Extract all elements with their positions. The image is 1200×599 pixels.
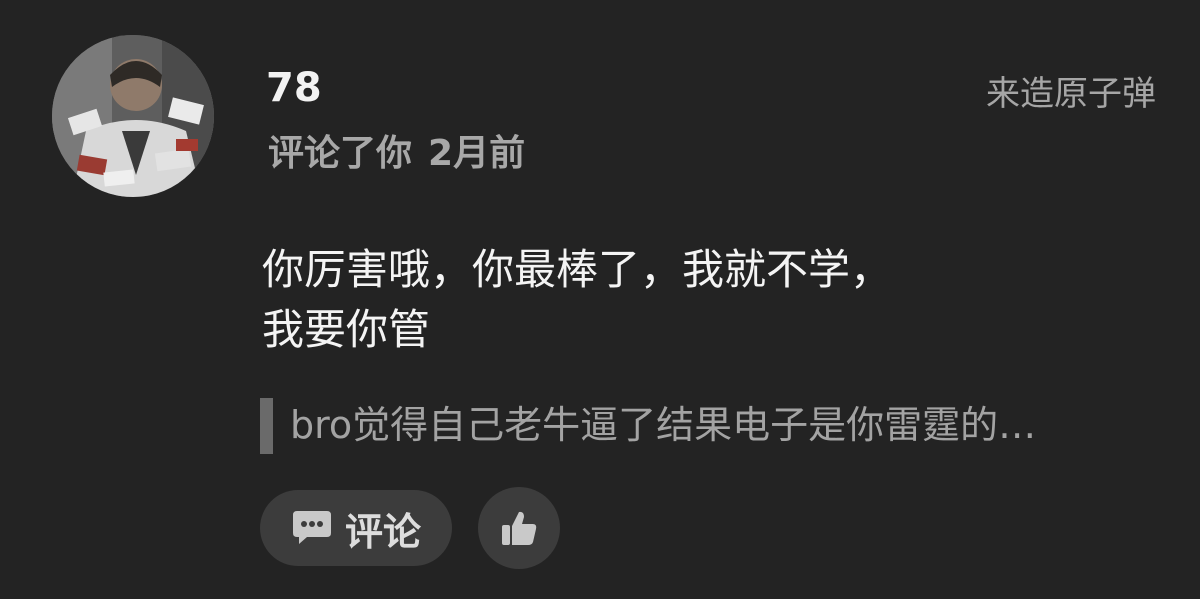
timestamp: 2月前 <box>428 133 526 174</box>
thumbs-up-icon <box>502 511 537 545</box>
comment-meta: 评论了你 2月前 <box>268 130 525 178</box>
notification-card[interactable]: 78 评论了你 2月前 来造原子弹 你厉害哦，你最棒了，我就不学，我要你管 bro… <box>0 0 1200 599</box>
reply-label: 评论 <box>344 509 421 554</box>
reply-button[interactable]: 评论 <box>260 490 452 566</box>
post-title[interactable]: 来造原子弹 <box>986 70 1156 118</box>
comment-bubble-icon <box>292 511 331 544</box>
quote-bar <box>260 398 273 454</box>
avatar[interactable] <box>52 35 214 197</box>
username[interactable]: 78 <box>266 62 322 114</box>
like-button[interactable] <box>478 487 560 569</box>
action-text: 评论了你 <box>268 133 413 174</box>
quoted-comment[interactable]: bro觉得自己老牛逼了结果电子是你雷霆的… <box>260 396 1190 454</box>
quoted-text: bro觉得自己老牛逼了结果电子是你雷霆的… <box>290 403 1037 447</box>
avatar-image <box>52 35 214 197</box>
comment-text: 你厉害哦，你最棒了，我就不学，我要你管 <box>262 245 893 354</box>
